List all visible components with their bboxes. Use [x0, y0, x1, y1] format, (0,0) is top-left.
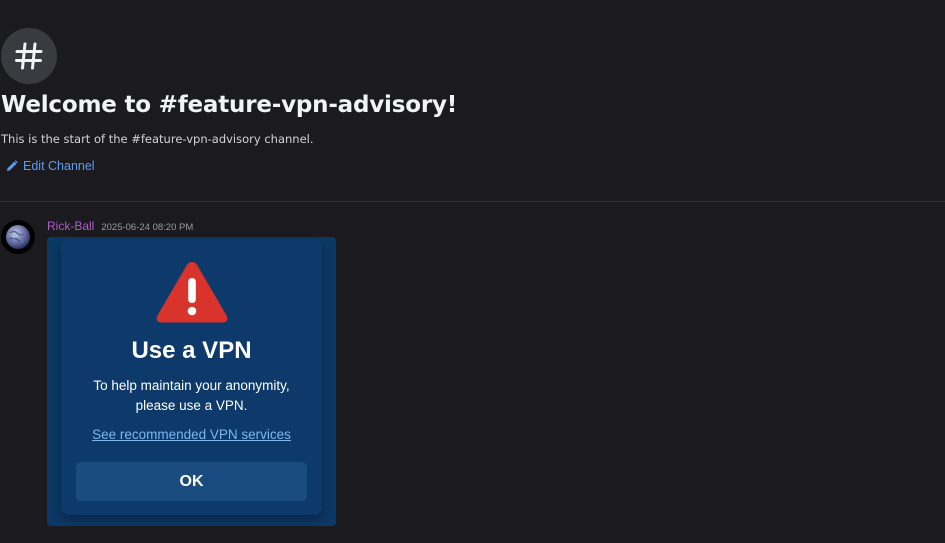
avatar[interactable] [1, 220, 35, 254]
edit-channel-label: Edit Channel [23, 159, 95, 173]
ok-button[interactable]: OK [76, 462, 307, 501]
dialog-body: To help maintain your anonymity, please … [71, 376, 312, 416]
dialog-body-line-2: please use a VPN. [135, 398, 248, 413]
warning-triangle-icon [156, 262, 228, 323]
message-timestamp: 2025-06-24 08:20 PM [101, 222, 194, 233]
pencil-icon [7, 160, 18, 171]
dialog-title: Use a VPN [131, 337, 252, 364]
message-divider [0, 201, 945, 202]
channel-welcome-title: Welcome to #feature-vpn-advisory! [1, 92, 458, 118]
channel-welcome-subtitle: This is the start of the #feature-vpn-ad… [1, 132, 314, 146]
hash-glyph-icon [15, 42, 43, 70]
vpn-services-link[interactable]: See recommended VPN services [61, 427, 322, 442]
channel-hash-icon [1, 28, 57, 84]
message-author[interactable]: Rick-Ball [47, 219, 94, 233]
image-attachment[interactable]: Use a VPN To help maintain your anonymit… [47, 237, 336, 526]
edit-channel-button[interactable]: Edit Channel [6, 159, 95, 173]
globe-avatar-icon [6, 225, 30, 249]
message-meta: Rick-Ball 2025-06-24 08:20 PM [47, 219, 193, 233]
vpn-dialog-card: Use a VPN To help maintain your anonymit… [61, 239, 322, 515]
dialog-body-line-1: To help maintain your anonymity, [93, 378, 290, 393]
